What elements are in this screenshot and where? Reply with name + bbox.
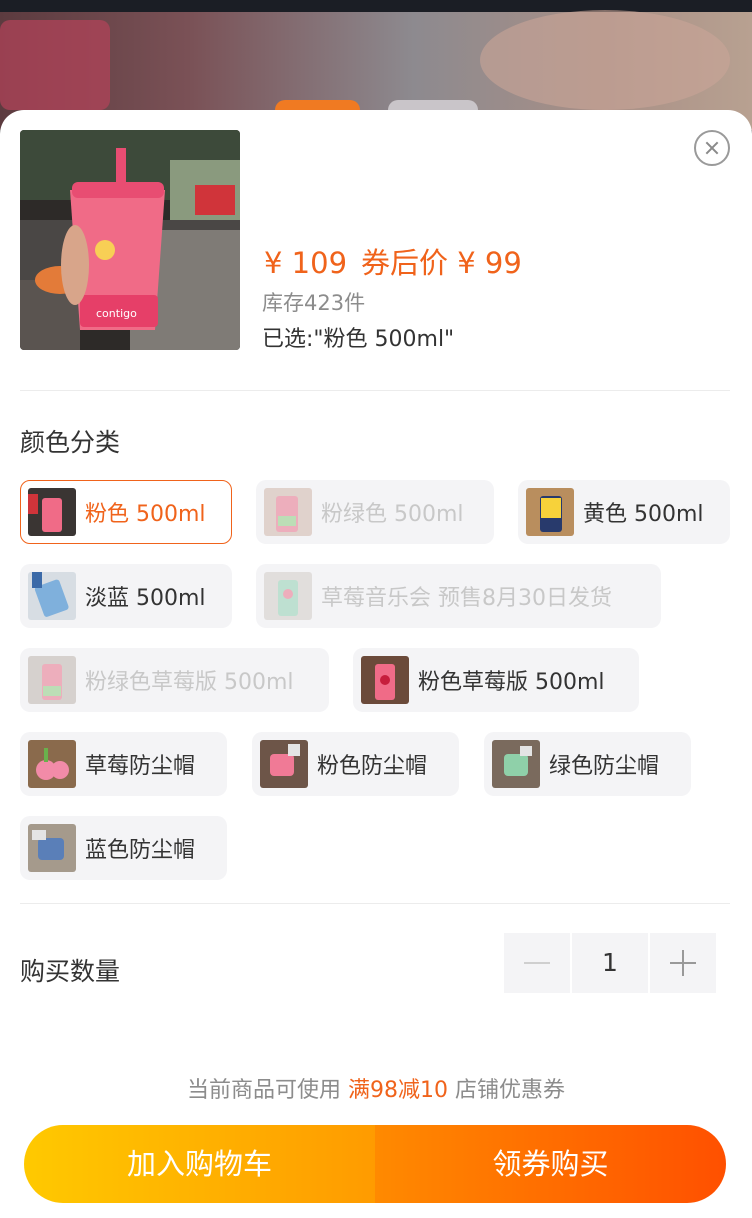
quantity-value[interactable]: 1: [572, 933, 648, 993]
variant-option-blue-dust-cap[interactable]: 蓝色防尘帽: [20, 816, 227, 880]
variant-thumbnail: [28, 740, 76, 788]
variant-label: 粉色草莓版 500ml: [418, 670, 605, 695]
variant-option-pinkgreen-strawberry-500ml: 粉绿色草莓版 500ml: [20, 648, 329, 712]
quantity-label: 购买数量: [20, 957, 121, 986]
add-to-cart-button[interactable]: 加入购物车: [24, 1125, 375, 1203]
variant-label: 蓝色防尘帽: [85, 838, 196, 863]
coupon-suffix: 店铺优惠券: [455, 1078, 566, 1103]
variant-label: 粉色防尘帽: [317, 754, 428, 779]
variant-option-yellow-500ml[interactable]: 黄色 500ml: [518, 480, 730, 544]
variant-thumbnail: [264, 572, 312, 620]
coupon-price: 券后价 ¥ 99: [361, 246, 522, 280]
quantity-stepper: 1: [504, 933, 716, 993]
variant-thumbnail: [28, 824, 76, 872]
variant-label: 淡蓝 500ml: [85, 586, 206, 611]
variant-thumbnail: [260, 740, 308, 788]
variant-option-pinkgreen-500ml: 粉绿色 500ml: [256, 480, 494, 544]
variant-thumbnail: [264, 488, 312, 536]
variant-label: 草莓防尘帽: [85, 754, 196, 779]
sku-selector-sheet: contigo ¥ 109 券后价 ¥ 99 库存423件 已选:"粉色 500m…: [0, 110, 752, 1218]
action-buttons: 加入购物车 领券购买: [24, 1125, 726, 1203]
coupon-highlight: 满98减10: [348, 1078, 448, 1103]
price-line: ¥ 109 券后价 ¥ 99: [264, 240, 536, 282]
variant-option-green-dust-cap[interactable]: 绿色防尘帽: [484, 732, 691, 796]
plus-icon[interactable]: [650, 933, 716, 993]
backdrop-shape: [480, 10, 730, 110]
variant-label: 粉绿色草莓版 500ml: [85, 670, 294, 695]
status-bar: [0, 0, 752, 12]
color-section-title: 颜色分类: [20, 428, 121, 457]
variant-label: 草莓音乐会 预售8月30日发货: [321, 586, 612, 611]
variant-option-pink-dust-cap[interactable]: 粉色防尘帽: [252, 732, 459, 796]
divider: [20, 903, 730, 904]
variant-option-strawberry-concert-preorder: 草莓音乐会 预售8月30日发货: [256, 564, 661, 628]
variant-thumbnail: [492, 740, 540, 788]
selected-variant: 已选:"粉色 500ml": [262, 327, 455, 352]
coupon-notice: 当前商品可使用 满98减10 店铺优惠券: [0, 1072, 752, 1104]
variant-thumbnail: [28, 656, 76, 704]
variant-thumbnail: [361, 656, 409, 704]
variant-option-lightblue-500ml[interactable]: 淡蓝 500ml: [20, 564, 232, 628]
close-icon[interactable]: [694, 130, 730, 166]
stock-count: 库存423件: [262, 291, 366, 315]
price: ¥ 109: [264, 246, 348, 280]
variant-thumbnail: [526, 488, 574, 536]
minus-icon[interactable]: [504, 933, 570, 993]
variant-option-pink-500ml[interactable]: 粉色 500ml: [20, 480, 232, 544]
variant-thumbnail: [28, 488, 76, 536]
svg-text:contigo: contigo: [96, 307, 137, 320]
backdrop-shape: [0, 20, 110, 110]
variant-option-strawberry-dust-cap[interactable]: 草莓防尘帽: [20, 732, 227, 796]
variant-thumbnail: [28, 572, 76, 620]
variant-label: 粉绿色 500ml: [321, 502, 464, 527]
get-coupon-buy-button[interactable]: 领券购买: [375, 1125, 726, 1203]
variant-label: 粉色 500ml: [85, 502, 206, 527]
variant-label: 黄色 500ml: [583, 502, 704, 527]
variant-option-pink-strawberry-500ml[interactable]: 粉色草莓版 500ml: [353, 648, 639, 712]
divider: [20, 390, 730, 391]
variant-label: 绿色防尘帽: [549, 754, 660, 779]
product-thumbnail[interactable]: contigo: [20, 130, 240, 350]
coupon-prefix: 当前商品可使用: [186, 1078, 341, 1103]
